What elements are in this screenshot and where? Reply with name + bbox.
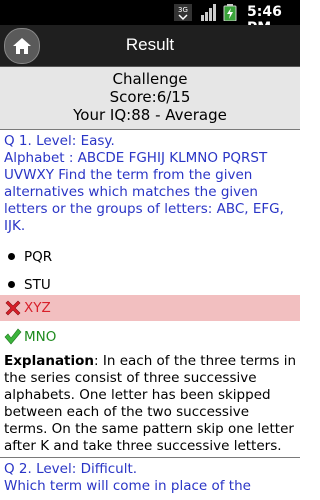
svg-text:3G: 3G (178, 6, 188, 14)
score-text: Score:6/15 (109, 88, 191, 106)
bullet-icon (8, 253, 15, 260)
explanation: Explanation: In each of the three terms … (4, 353, 296, 455)
option-label: PQR (24, 249, 53, 265)
result-summary: Challenge Score:6/15 Your IQ:88 - Averag… (0, 67, 300, 129)
option-label: STU (24, 277, 51, 293)
option-label: XYZ (24, 300, 51, 316)
option-label: MNO (24, 329, 57, 345)
question-text: Alphabet : ABCDE FGHIJ KLMNO PQRST UVWXY… (4, 150, 284, 234)
challenge-label: Challenge (112, 70, 188, 88)
question-text: Which term will come in place of the (4, 478, 251, 494)
question-heading: Q 1. Level: Easy. (4, 133, 115, 149)
option-pqr[interactable]: PQR (0, 243, 300, 271)
option-xyz-wrong[interactable]: XYZ (0, 295, 300, 321)
bullet-icon (8, 281, 15, 288)
option-mno-correct[interactable]: MNO (0, 324, 300, 350)
title-bar: Result (0, 25, 300, 67)
divider (0, 129, 300, 130)
battery-icon (223, 4, 237, 21)
divider (0, 457, 300, 458)
3g-icon: 3G (174, 4, 192, 21)
page-title: Result (125, 35, 175, 54)
iq-text: Your IQ:88 - Average (73, 106, 227, 124)
correct-check-icon (4, 328, 22, 345)
wrong-cross-icon (5, 300, 21, 316)
question-1: Q 1. Level: Easy. Alphabet : ABCDE FGHIJ… (4, 133, 296, 235)
question-2: Q 2. Level: Difficult. Which term will c… (4, 461, 296, 495)
status-bar: 3G 5:46 PM (0, 0, 300, 36)
signal-strength-icon (201, 4, 216, 21)
question-heading: Q 2. Level: Difficult. (4, 461, 138, 477)
explanation-label: Explanation (4, 353, 95, 369)
